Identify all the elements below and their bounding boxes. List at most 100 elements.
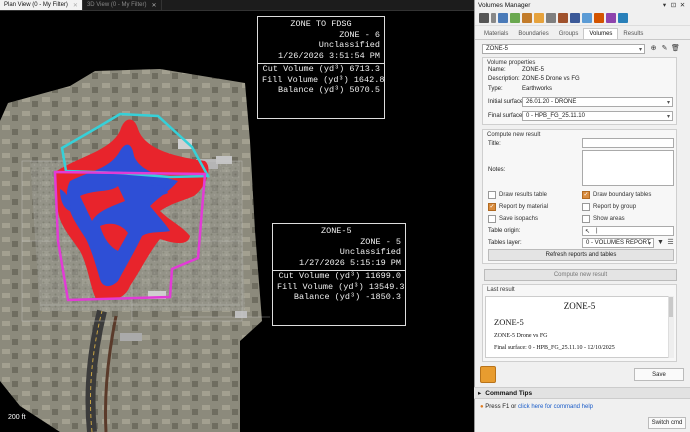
tables-layer-value: 0 - VOLUMES REPORT (586, 240, 651, 246)
tools-icon[interactable] (558, 12, 568, 23)
report-classification: Unclassified (318, 40, 380, 50)
trash-icon[interactable]: 🗑 (671, 44, 680, 53)
settings-icon[interactable] (570, 12, 580, 23)
close-icon[interactable]: ✕ (152, 2, 157, 9)
tab-boundaries[interactable]: Boundaries (513, 29, 553, 39)
map-canvas[interactable] (0, 11, 474, 432)
title-input[interactable] (582, 138, 674, 148)
add-icon[interactable]: ⊕ (649, 44, 658, 53)
table-origin-value: | (596, 228, 598, 234)
plan-viewport[interactable]: Plan View (0 - My Filter) ✕ 3D View (0 -… (0, 0, 474, 432)
checkbox[interactable] (488, 191, 496, 199)
report-balance: Balance (yd³) 5070.5 (277, 85, 380, 95)
grid-icon[interactable] (546, 12, 556, 23)
tables-layer-label: Tables layer: (488, 240, 522, 246)
name-value: ZONE-5 (522, 67, 545, 73)
tab-groups[interactable]: Groups (554, 29, 584, 39)
panel-toolbar (475, 10, 690, 26)
option-label: Show areas (593, 216, 625, 222)
command-help-link[interactable]: click here for command help (518, 404, 593, 410)
tab-results[interactable]: Results (618, 29, 648, 39)
panel-tabs: Materials Boundaries Groups Volumes Resu… (475, 27, 690, 40)
tab-materials[interactable]: Materials (479, 29, 513, 39)
checkbox[interactable]: ✓ (582, 191, 590, 199)
option-label: Report by material (499, 204, 549, 210)
group-title: Compute new result (487, 132, 541, 138)
chevron-down-icon: ▾ (666, 100, 670, 106)
report-timestamp: 1/27/2026 5:15:19 PM (298, 257, 401, 268)
report-balance: Balance (yd³) -1850.3 (293, 292, 401, 302)
warning-bullet-icon: ● (480, 404, 484, 410)
report-zone: ZONE - 6 (339, 29, 380, 40)
report-cut-volume: Cut Volume (yd³) 11699.0 (278, 271, 401, 281)
tab-volumes[interactable]: Volumes (583, 28, 619, 39)
table-origin-input[interactable]: ↖ | (582, 226, 674, 236)
description-label: Description: (488, 76, 520, 82)
type-value: Earthworks (522, 86, 553, 92)
palette-icon[interactable] (534, 12, 544, 23)
checkbox[interactable] (488, 215, 496, 223)
report-zone: ZONE - 5 (360, 236, 401, 247)
option-show-areas[interactable]: Show areas (582, 215, 625, 223)
close-icon[interactable]: ✕ (73, 2, 78, 9)
image-icon[interactable] (582, 12, 592, 23)
group-title: Last result (487, 287, 515, 293)
export-icon[interactable] (606, 12, 616, 23)
chevron-down-icon: ▾ (647, 241, 651, 247)
dropdown-icon[interactable] (491, 12, 496, 23)
report-cut-volume: Cut Volume (yd³) 6713.3 (262, 64, 380, 74)
option-draw-boundary-tables[interactable]: ✓ Draw boundary tables (582, 191, 651, 199)
checkbox[interactable]: ✓ (488, 203, 496, 211)
cursor-pick-icon[interactable]: ↖ (585, 228, 590, 235)
result-final-surface: Final surface: 0 - HPB_FG_25.11.10 - 12/… (494, 345, 615, 351)
option-draw-results-table[interactable]: Draw results table (488, 191, 547, 199)
checkbox[interactable] (582, 203, 590, 211)
result-scrollbar[interactable] (668, 296, 674, 358)
volume-report-zone-5: ZONE-5 ZONE - 5 Unclassified 1/27/2026 5… (272, 223, 406, 326)
report-title: ZONE-5 (321, 226, 352, 236)
checkbox[interactable] (582, 215, 590, 223)
command-tip-text: ● Press F1 or click here for command hel… (480, 404, 593, 410)
new-volume-icon[interactable] (479, 12, 489, 23)
option-save-isopachs[interactable]: Save isopachs (488, 215, 538, 223)
panel-title: Volumes Manager (478, 1, 531, 9)
help-icon[interactable] (618, 12, 628, 23)
notes-input[interactable] (582, 150, 674, 186)
volume-select[interactable]: ZONE-5 ▾ (482, 44, 645, 54)
final-surface-label: Final surface (488, 113, 523, 119)
save-button[interactable]: Save (634, 368, 684, 381)
report-fill-volume: Fill Volume (yd³) 1642.8 (262, 74, 385, 85)
option-report-by-group[interactable]: Report by group (582, 203, 636, 211)
tab-plan-view[interactable]: Plan View (0 - My Filter) ✕ (0, 0, 83, 10)
viewport-tabbar: Plan View (0 - My Filter) ✕ 3D View (0 -… (0, 0, 474, 11)
initial-surface-value: 26.01.20 - DRONE (526, 99, 577, 105)
tab-3d-view[interactable]: 3D View (0 - My Filter) ✕ (83, 0, 162, 10)
surface-icon[interactable] (498, 12, 508, 23)
command-tips-header[interactable]: ▸ Command Tips (474, 387, 690, 399)
chevron-down-icon: ▾ (638, 47, 642, 53)
tables-layer-select[interactable]: 0 - VOLUMES REPORT ▾ (582, 238, 654, 248)
name-label: Name: (488, 67, 506, 73)
layers-icon[interactable] (522, 12, 532, 23)
chevron-down-icon: ▾ (666, 114, 670, 120)
result-description: ZONE-5 Drone vs FG (494, 333, 548, 339)
edit-icon[interactable]: ✎ (660, 44, 669, 53)
pin-icon[interactable]: ⊡ (669, 1, 678, 9)
command-tips-title: Command Tips (485, 389, 533, 397)
table-origin-label: Table origin: (488, 228, 521, 234)
close-icon[interactable]: ✕ (678, 1, 687, 9)
compute-new-result-button[interactable]: Compute new result (484, 269, 677, 281)
dropdown-icon[interactable]: ▾ (660, 1, 669, 9)
filter-icon[interactable]: ▼ (656, 238, 665, 247)
expand-icon[interactable]: ▸ (478, 389, 481, 397)
final-surface-select[interactable]: 0 - HPB_FG_25.11.10 ▾ (522, 111, 673, 121)
group-title: Volume properties (487, 60, 536, 66)
refresh-reports-button[interactable]: Refresh reports and tables (488, 249, 674, 261)
layer-manager-icon[interactable]: ☰ (666, 238, 675, 247)
initial-surface-select[interactable]: 26.01.20 - DRONE ▾ (522, 97, 673, 107)
checklist-icon[interactable] (510, 12, 520, 23)
switch-cmd-button[interactable]: Switch cmd (648, 417, 686, 429)
report-icon[interactable] (594, 12, 604, 23)
last-result-view[interactable]: ZONE-5 ZONE-5 ZONE-5 Drone vs FG Final s… (485, 296, 674, 358)
option-report-by-material[interactable]: ✓ Report by material (488, 203, 548, 211)
